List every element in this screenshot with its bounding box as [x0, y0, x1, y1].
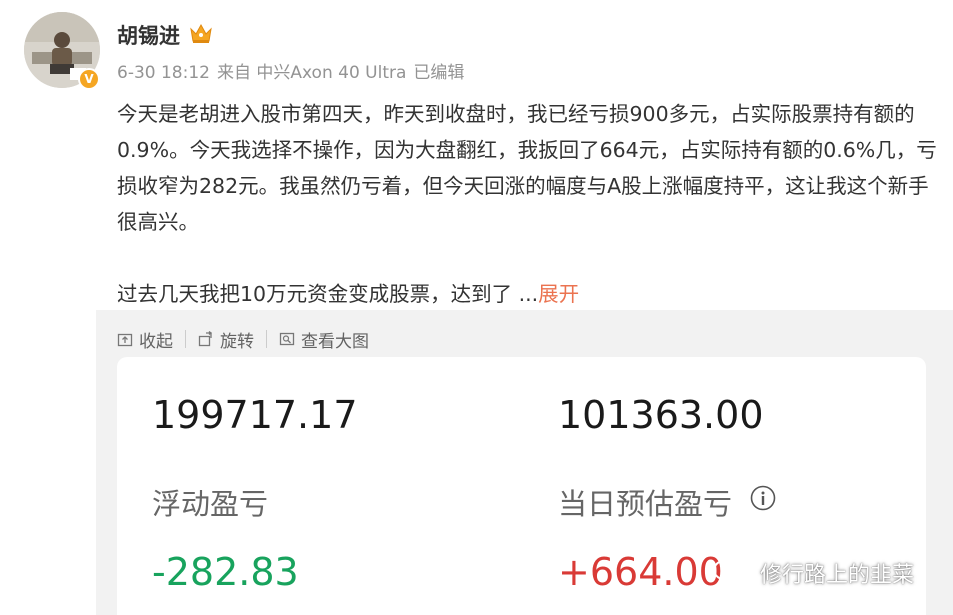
post-paragraph-2: 过去几天我把10万元资金变成股票，达到了 ...展开 — [117, 276, 941, 312]
toolbar-divider — [266, 330, 267, 348]
floating-pl-value: -282.83 — [152, 550, 299, 594]
post-edited-label[interactable]: 已编辑 — [413, 63, 464, 83]
rotate-icon — [198, 331, 213, 347]
crown-icon — [190, 23, 212, 43]
expand-link[interactable]: 展开 — [538, 282, 579, 306]
rotate-button[interactable]: 旋转 — [198, 327, 254, 352]
watermark-text: 修行路上的韭菜 — [760, 563, 915, 588]
post-source: 来自 中兴Axon 40 Ultra — [216, 63, 407, 83]
market-value-value: 101363.00 — [558, 393, 764, 437]
wechat-icon — [713, 559, 750, 587]
floating-pl-label: 浮动盈亏 — [152, 487, 269, 521]
view-large-label: 查看大图 — [301, 331, 369, 352]
author-name[interactable]: 胡锡进 — [117, 20, 180, 50]
toolbar-divider — [185, 330, 186, 348]
watermark: 修行路上的韭菜 — [712, 557, 914, 589]
collapse-label: 收起 — [139, 331, 173, 352]
post-datetime[interactable]: 6-30 18:12 — [117, 63, 210, 83]
post-meta: 6-30 18:12 来自 中兴Axon 40 Ultra 已编辑 — [117, 58, 471, 83]
info-icon[interactable] — [750, 485, 776, 511]
rotate-label: 旋转 — [220, 331, 254, 352]
total-assets-value: 199717.17 — [152, 393, 358, 437]
daily-pl-value: +664.00 — [558, 550, 723, 594]
collapse-icon — [117, 333, 133, 347]
post-paragraph-1: 今天是老胡进入股市第四天，昨天到收盘时，我已经亏损900多元，占实际股票持有额的… — [117, 102, 937, 234]
post-body: 今天是老胡进入股市第四天，昨天到收盘时，我已经亏损900多元，占实际股票持有额的… — [117, 96, 941, 312]
post-paragraph-2-text: 过去几天我把10万元资金变成股票，达到了 ... — [117, 282, 539, 306]
view-large-button[interactable]: 查看大图 — [279, 327, 369, 352]
verified-badge: V — [78, 68, 100, 90]
image-toolbar: 收起 旋转 查看大图 — [117, 326, 369, 352]
daily-pl-label: 当日预估盈亏 — [558, 487, 733, 521]
view-large-icon — [279, 332, 295, 346]
collapse-button[interactable]: 收起 — [117, 327, 173, 352]
